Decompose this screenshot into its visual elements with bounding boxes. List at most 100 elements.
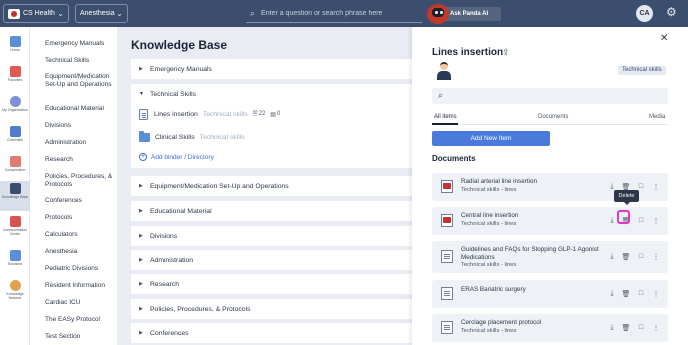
trash-icon[interactable]: 🗑 — [621, 253, 631, 261]
chevron-down-icon: ▼ — [139, 91, 144, 97]
category-item[interactable]: Divisions — [45, 122, 115, 130]
section-header-technical-skills[interactable]: ▼ Technical Skills — [131, 87, 196, 101]
rail-item-checklists[interactable]: Checklists — [0, 124, 30, 154]
section-educational-material[interactable]: ▶ Educational Material — [131, 201, 413, 221]
move-folder-icon[interactable]: □ — [636, 217, 646, 224]
section-label: Emergency Manuals — [150, 65, 212, 73]
rail-item-knowledge-network[interactable]: Knowledge Network — [0, 278, 30, 308]
category-item[interactable]: Pediatric Divisions — [45, 265, 115, 273]
tab-all-items[interactable]: All items — [434, 114, 457, 120]
document-card[interactable]: Central line insertion Technical skills … — [432, 207, 668, 235]
section-research[interactable]: ▶ Research — [131, 274, 413, 294]
more-options-icon[interactable]: ⋮ — [651, 324, 661, 332]
move-folder-icon[interactable]: □ — [636, 290, 646, 297]
category-item[interactable]: Conferences — [45, 197, 115, 205]
share-icon[interactable]: ⇪ — [502, 47, 510, 58]
rail-item-solutions[interactable]: Solutions — [0, 248, 30, 278]
category-item[interactable]: Educational Material — [45, 105, 115, 113]
download-icon[interactable]: ⤓ — [607, 217, 617, 225]
gear-icon[interactable]: ⚙ — [666, 6, 677, 18]
more-options-icon[interactable]: ⋮ — [651, 183, 661, 191]
add-new-item-button[interactable]: Add New Item — [432, 131, 550, 146]
document-title: Guidelines and FAQs for Stopping GLP-1 A… — [461, 246, 599, 261]
section-divisions[interactable]: ▶ Divisions — [131, 226, 413, 246]
trash-icon[interactable]: 🗑 — [621, 290, 631, 298]
plus-circle-icon: + — [139, 153, 147, 161]
category-item[interactable]: Resident Information — [45, 282, 115, 290]
tab-media[interactable]: Media — [649, 114, 665, 120]
chevron-right-icon: ▶ — [139, 257, 143, 263]
section-policies[interactable]: ▶ Policies, Procedures, & Protocols — [131, 299, 413, 319]
binder-avatar-image — [434, 61, 454, 81]
category-item[interactable]: Equipment/Medication Set-Up and Operatio… — [45, 73, 115, 89]
download-icon[interactable]: ⤓ — [607, 324, 617, 332]
document-subtitle: Technical skills - lines — [461, 221, 517, 227]
document-thumbnail — [441, 214, 453, 227]
icon-rail: Home Favorites My Organization Checklist… — [0, 27, 30, 345]
global-search-input[interactable] — [261, 9, 412, 17]
category-item[interactable]: Cardiac ICU — [45, 299, 115, 307]
more-options-icon[interactable]: ⋮ — [651, 290, 661, 298]
document-count: 22 — [258, 111, 266, 117]
document-card[interactable]: Guidelines and FAQs for Stopping GLP-1 A… — [432, 241, 668, 273]
panda-ai-icon[interactable] — [427, 4, 449, 24]
rail-label: Compendium — [4, 168, 26, 172]
chevron-right-icon: ▶ — [139, 208, 143, 214]
panel-search-input[interactable]: ⌕ — [432, 88, 668, 104]
tab-documents[interactable]: Documents — [538, 114, 568, 120]
add-binder-button[interactable]: + Add binder / Directory — [139, 153, 214, 161]
trash-icon[interactable]: 🗑 — [621, 324, 631, 332]
category-item[interactable]: Technical Skills — [45, 57, 115, 65]
compendium-icon — [9, 156, 21, 167]
category-item[interactable]: The EASy Protocol — [45, 316, 115, 324]
organization-select[interactable]: CS Health ⌄ — [3, 4, 69, 23]
category-item[interactable]: Administration — [45, 139, 115, 147]
document-card[interactable]: Cerclage placement protocol Technical sk… — [432, 314, 668, 342]
category-item[interactable]: Policies, Procedures, & Protocols — [45, 173, 115, 189]
home-grid-icon — [9, 36, 21, 47]
close-icon[interactable]: ✕ — [660, 33, 668, 44]
binder-subtitle: Technical skills — [199, 133, 245, 141]
download-icon[interactable]: ⤓ — [607, 253, 617, 261]
document-thumbnail — [441, 321, 453, 334]
section-conferences[interactable]: ▶ Conferences — [131, 323, 413, 343]
move-folder-icon[interactable]: □ — [636, 183, 646, 190]
rail-item-favorites[interactable]: Favorites — [0, 64, 30, 94]
binder-detail-panel: ✕ Lines insertion ⇪ Technical skills ⌕ A… — [412, 27, 688, 345]
category-item[interactable]: Emergency Manuals — [45, 40, 115, 48]
rail-item-home[interactable]: Home — [0, 34, 30, 64]
category-item[interactable]: Anesthesia — [45, 248, 115, 256]
section-equipment-medication[interactable]: ▶ Equipment/Medication Set-Up and Operat… — [131, 176, 413, 196]
rail-item-communication-center[interactable]: Communication Center — [0, 214, 30, 244]
delete-button-highlight[interactable] — [617, 210, 630, 224]
media-count: 0 — [276, 111, 281, 117]
user-avatar[interactable]: CA — [636, 5, 653, 22]
rail-item-compendium[interactable]: Compendium — [0, 154, 30, 184]
section-administration[interactable]: ▶ Administration — [131, 250, 413, 270]
binder-lines-insertion[interactable]: Lines insertion Technical skills 🗎 22 ▤ … — [139, 107, 280, 121]
binder-name: Lines insertion — [154, 110, 198, 118]
binder-subtitle: Technical skills — [202, 110, 248, 118]
add-binder-label: Add binder / Directory — [151, 153, 214, 161]
category-item[interactable]: Calculators — [45, 231, 115, 239]
move-folder-icon[interactable]: □ — [636, 324, 646, 331]
rail-item-my-organization[interactable]: My Organization — [0, 94, 30, 124]
document-card[interactable]: ERAS Bariatric surgery ⤓ 🗑 □ ⋮ — [432, 280, 668, 308]
department-select[interactable]: Anesthesia ⌄ — [75, 4, 128, 23]
document-count-icon: 🗎 — [252, 111, 258, 117]
category-item[interactable]: Protocols — [45, 214, 115, 222]
document-thumbnail — [441, 287, 453, 300]
more-options-icon[interactable]: ⋮ — [651, 217, 661, 225]
category-item[interactable]: Test Section — [45, 333, 115, 341]
binder-clinical-skills[interactable]: Clinical Skills Technical skills — [139, 130, 245, 144]
document-subtitle: Technical skills - lines — [461, 187, 517, 193]
rail-item-knowledge-base[interactable]: Knowledge Base — [0, 181, 30, 211]
section-label: Technical Skills — [149, 90, 197, 98]
more-options-icon[interactable]: ⋮ — [651, 253, 661, 261]
rail-label: Favorites — [7, 78, 23, 82]
category-item[interactable]: Research — [45, 156, 115, 164]
move-folder-icon[interactable]: □ — [636, 253, 646, 260]
section-emergency-manuals[interactable]: ▶ Emergency Manuals — [131, 59, 413, 79]
rail-label: Solutions — [7, 262, 23, 266]
download-icon[interactable]: ⤓ — [607, 290, 617, 298]
